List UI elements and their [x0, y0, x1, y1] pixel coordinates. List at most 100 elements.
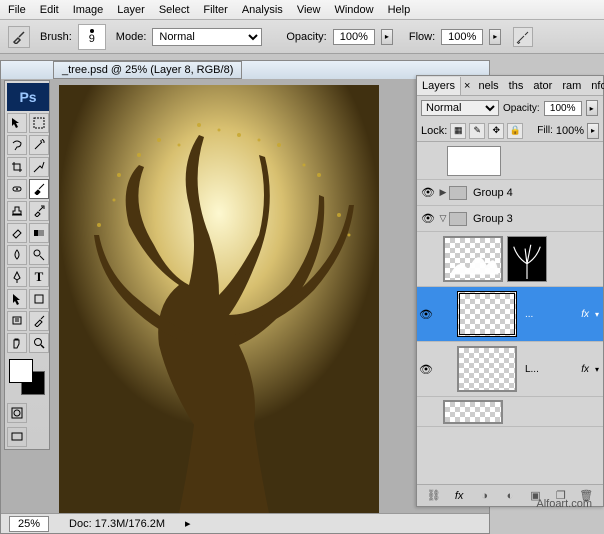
layer-blend-select[interactable]: Normal [421, 100, 499, 116]
pen-tool[interactable] [7, 267, 27, 287]
tab-close-icon[interactable]: × [461, 80, 473, 92]
menu-select[interactable]: Select [159, 4, 190, 16]
visibility-icon[interactable]: 👁 [419, 184, 437, 202]
layer-thumbnail[interactable] [447, 146, 501, 176]
layer-opacity-label: Opacity: [503, 103, 540, 114]
menu-image[interactable]: Image [73, 4, 104, 16]
gradient-tool[interactable] [29, 223, 49, 243]
menu-view[interactable]: View [297, 4, 321, 16]
flow-label: Flow: [409, 31, 435, 43]
menu-window[interactable]: Window [334, 4, 373, 16]
lock-pixels-icon[interactable]: ✎ [469, 123, 485, 139]
crop-tool[interactable] [7, 157, 27, 177]
eyedropper-tool[interactable] [29, 311, 49, 331]
dodge-tool[interactable] [29, 245, 49, 265]
hand-tool[interactable] [7, 333, 27, 353]
fx-twirl-icon[interactable]: ▾ [595, 365, 599, 374]
flow-value[interactable]: 100% [441, 29, 483, 45]
layer-row[interactable] [417, 397, 603, 427]
twirl-closed-icon[interactable]: ▶ [437, 187, 449, 198]
path-select-tool[interactable] [7, 289, 27, 309]
layer-mask-thumbnail[interactable] [507, 236, 547, 282]
zoom-field[interactable]: 25% [9, 516, 49, 532]
layer-mask-icon[interactable]: ◑ [477, 488, 493, 504]
tab-channels[interactable]: nels [473, 77, 503, 95]
brush-tool[interactable] [29, 179, 49, 199]
lock-transparency-icon[interactable]: ▦ [450, 123, 466, 139]
opacity-flyout[interactable]: ▸ [381, 29, 393, 45]
tab-paths[interactable]: ths [504, 77, 529, 95]
tab-histogram[interactable]: ram [557, 77, 586, 95]
marquee-tool[interactable] [29, 113, 49, 133]
airbrush-icon[interactable] [513, 27, 533, 47]
adjustment-layer-icon[interactable]: ◐ [502, 488, 518, 504]
tool-preset-picker[interactable] [8, 26, 30, 48]
group-row[interactable]: 👁 ▽ Group 3 [417, 206, 603, 232]
eraser-tool[interactable] [7, 223, 27, 243]
slice-tool[interactable] [29, 157, 49, 177]
screenmode-toggle[interactable] [7, 427, 27, 447]
layer-style-icon[interactable]: fx [451, 488, 467, 504]
color-swatches[interactable] [7, 357, 49, 399]
visibility-icon[interactable]: 👁 [419, 363, 433, 376]
menu-file[interactable]: File [8, 4, 26, 16]
heal-tool[interactable] [7, 179, 27, 199]
group-row[interactable]: 👁 ▶ Group 4 [417, 180, 603, 206]
menu-help[interactable]: Help [388, 4, 411, 16]
doc-size: Doc: 17.3M/176.2M [69, 518, 165, 530]
link-layers-icon[interactable]: ⛓ [426, 488, 442, 504]
menu-filter[interactable]: Filter [203, 4, 227, 16]
lasso-tool[interactable] [7, 135, 27, 155]
tab-layers[interactable]: Layers [417, 77, 461, 95]
notes-tool[interactable] [7, 311, 27, 331]
brush-preset-picker[interactable]: 9 [78, 24, 106, 50]
layer-row-selected[interactable]: 👁 ... fx ▾ [417, 287, 603, 342]
fx-badge[interactable]: fx [581, 364, 589, 375]
blur-tool[interactable] [7, 245, 27, 265]
blend-mode-select[interactable]: Normal [152, 28, 262, 46]
layer-thumbnail[interactable] [443, 400, 503, 424]
fill-flyout[interactable]: ▸ [587, 123, 599, 139]
opacity-value[interactable]: 100% [333, 29, 375, 45]
stamp-tool[interactable] [7, 201, 27, 221]
foreground-color[interactable] [9, 359, 33, 383]
wand-tool[interactable] [29, 135, 49, 155]
fx-badge[interactable]: fx [581, 309, 589, 320]
type-tool[interactable]: T [29, 267, 49, 287]
layer-thumbnail[interactable] [457, 291, 517, 337]
layer-opacity-value[interactable]: 100% [544, 101, 582, 116]
flow-flyout[interactable]: ▸ [489, 29, 501, 45]
layer-opacity-flyout[interactable]: ▸ [586, 100, 598, 116]
quickmask-toggle[interactable] [7, 403, 27, 423]
layer-row[interactable] [417, 142, 603, 180]
visibility-icon[interactable]: 👁 [419, 308, 433, 321]
tab-navigator[interactable]: ator [528, 77, 557, 95]
status-bar: 25% Doc: 17.3M/176.2M ▸ [1, 513, 489, 533]
zoom-tool[interactable] [29, 333, 49, 353]
opacity-label: Opacity: [286, 31, 326, 43]
lock-all-icon[interactable]: 🔒 [507, 123, 523, 139]
fx-twirl-icon[interactable]: ▾ [595, 310, 599, 319]
lock-position-icon[interactable]: ✥ [488, 123, 504, 139]
history-brush-tool[interactable] [29, 201, 49, 221]
menu-analysis[interactable]: Analysis [242, 4, 283, 16]
tab-info[interactable]: nfo [586, 77, 604, 95]
move-tool[interactable] [7, 113, 27, 133]
visibility-icon[interactable] [419, 152, 437, 170]
document-tab[interactable]: _tree.psd @ 25% (Layer 8, RGB/8) [53, 61, 242, 79]
layer-thumbnail[interactable] [443, 236, 503, 282]
ps-logo: Ps [7, 83, 49, 111]
fill-value[interactable]: 100% [556, 125, 584, 137]
layer-thumbnail[interactable] [457, 346, 517, 392]
menu-edit[interactable]: Edit [40, 4, 59, 16]
menu-layer[interactable]: Layer [117, 4, 145, 16]
canvas[interactable] [59, 85, 379, 513]
status-flyout[interactable]: ▸ [185, 517, 191, 530]
visibility-icon[interactable]: 👁 [419, 210, 437, 228]
layer-row[interactable]: 👁 L... fx ▾ [417, 342, 603, 397]
twirl-open-icon[interactable]: ▽ [437, 213, 449, 224]
layer-row[interactable] [417, 232, 603, 287]
shape-tool[interactable] [29, 289, 49, 309]
menu-bar: File Edit Image Layer Select Filter Anal… [0, 0, 604, 20]
fill-label: Fill: [537, 125, 553, 136]
